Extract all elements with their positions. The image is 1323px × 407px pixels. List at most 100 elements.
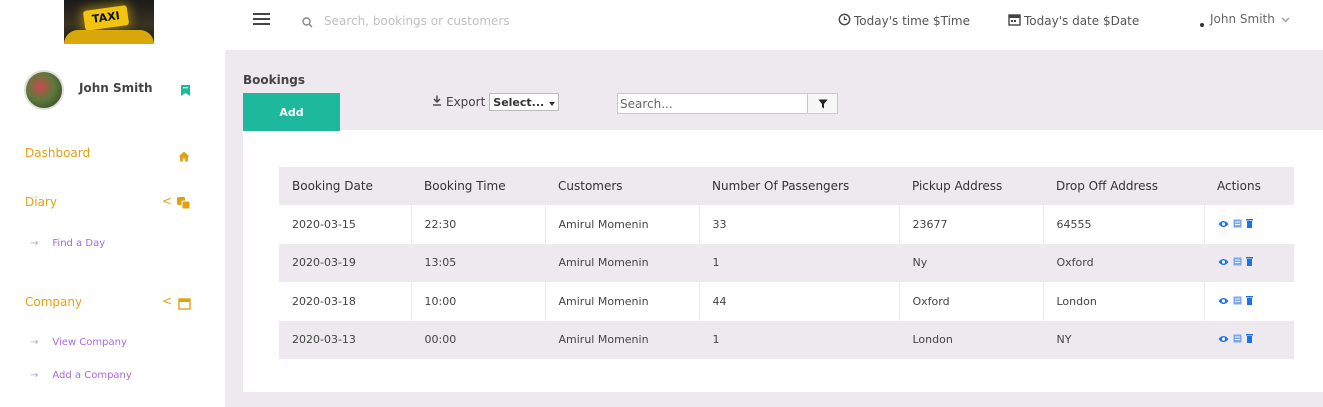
caret-down-icon (549, 96, 556, 109)
table-cell: 2020-03-19 (279, 243, 412, 282)
table-row: 2020-03-19 13:05 Amirul Momenin 1 Ny Oxf… (279, 243, 1294, 282)
table-cell: Ny (899, 243, 1044, 282)
global-search-input[interactable] (324, 8, 584, 34)
edit-icon[interactable] (1233, 256, 1242, 269)
status-dot (1200, 23, 1204, 27)
sidebar-profile: John Smith (24, 70, 204, 112)
row-actions (1204, 243, 1294, 282)
eye-icon[interactable] (1218, 256, 1229, 269)
column-header[interactable]: Pickup Address (899, 167, 1043, 205)
table-cell: 44 (699, 282, 900, 321)
chevron-left-icon[interactable]: < (162, 194, 172, 208)
table-cell: 2020-03-15 (279, 205, 412, 244)
column-header[interactable]: Drop Off Address (1043, 167, 1204, 205)
eye-icon[interactable] (1218, 218, 1229, 231)
sidebar-subitem-view-company[interactable]: → View Company (30, 337, 127, 348)
sidebar-subitem-add-a-company[interactable]: → Add a Company (30, 370, 132, 381)
trash-icon[interactable] (1245, 218, 1253, 231)
export-select-value: Select... (493, 95, 545, 109)
arrow-right-icon: → (30, 238, 39, 249)
table-cell: 00:00 (411, 320, 546, 359)
sidebar-item-label: Company (25, 295, 83, 309)
table-cell: 22:30 (411, 205, 546, 244)
arrow-right-icon: → (30, 337, 39, 348)
table-cell: 2020-03-13 (279, 320, 412, 359)
edit-icon[interactable] (1233, 218, 1242, 231)
avatar[interactable] (24, 70, 64, 110)
download-icon (432, 95, 442, 109)
chevron-down-icon (1281, 12, 1290, 26)
table-search-group (617, 93, 838, 114)
table-cell: Oxford (1043, 243, 1205, 282)
table-search-input[interactable] (617, 93, 808, 114)
table-header-row: Booking Date Booking Time Customers Numb… (279, 167, 1294, 205)
table-cell: 23677 (899, 205, 1044, 244)
table-row: 2020-03-15 22:30 Amirul Momenin 33 23677… (279, 205, 1294, 244)
search-icon (302, 13, 313, 32)
column-header[interactable]: Customers (545, 167, 699, 205)
add-booking-button[interactable]: Add (243, 93, 340, 131)
column-header[interactable]: Booking Date (279, 167, 411, 205)
calendar-icon (1008, 13, 1021, 29)
eye-icon[interactable] (1218, 295, 1229, 308)
export-control: Export Select... (432, 93, 560, 111)
trash-icon[interactable] (1245, 256, 1253, 269)
taxi-logo-sign: TAXI (82, 5, 130, 31)
table-cell: Amirul Momenin (545, 205, 700, 244)
table-cell: 10:00 (411, 282, 546, 321)
column-header[interactable]: Booking Time (411, 167, 545, 205)
table-cell: Amirul Momenin (545, 282, 700, 321)
table-cell: London (899, 320, 1044, 359)
todays-time: Today's time $Time (838, 13, 970, 29)
table-cell: 64555 (1043, 205, 1205, 244)
arrow-right-icon: → (30, 370, 39, 381)
table-cell: 33 (699, 205, 900, 244)
user-menu-name: John Smith (1210, 12, 1275, 26)
row-actions (1204, 282, 1294, 321)
home-icon (178, 147, 190, 166)
profile-name: John Smith (79, 81, 153, 95)
table-cell: 1 (699, 320, 900, 359)
table-cell: Amirul Momenin (545, 243, 700, 282)
export-label: Export (446, 95, 486, 109)
hamburger-icon[interactable] (253, 13, 270, 27)
calendar-icon (178, 295, 191, 314)
sidebar: John Smith Dashboard Diary < → Find a Da… (0, 50, 226, 407)
bookmark-icon[interactable] (180, 82, 191, 101)
sidebar-subitem-label: Find a Day (52, 238, 106, 249)
export-select[interactable]: Select... (489, 93, 560, 111)
edit-icon[interactable] (1233, 333, 1242, 346)
filter-icon (818, 94, 828, 113)
chevron-left-icon[interactable]: < (162, 294, 172, 308)
filter-button[interactable] (808, 93, 838, 114)
diary-icon (176, 195, 191, 214)
table-row: 2020-03-18 10:00 Amirul Momenin 44 Oxfor… (279, 282, 1294, 321)
table-cell: Oxford (899, 282, 1044, 321)
top-navbar: TAXI Today's time $Time Today's date $Da… (0, 0, 1323, 48)
sidebar-subitem-find-a-day[interactable]: → Find a Day (30, 238, 105, 249)
taxi-logo-roof (64, 30, 154, 44)
user-menu[interactable]: John Smith (1200, 11, 1290, 27)
table-cell: 2020-03-18 (279, 282, 412, 321)
taxi-logo[interactable]: TAXI (64, 0, 154, 44)
table-cell: 1 (699, 243, 900, 282)
sidebar-item-company[interactable]: Company (25, 295, 82, 309)
row-actions (1204, 205, 1294, 244)
table-cell: NY (1043, 320, 1205, 359)
sidebar-subitem-label: Add a Company (52, 370, 132, 381)
table-cell: Amirul Momenin (545, 320, 700, 359)
column-header: Actions (1204, 167, 1294, 205)
sidebar-subitem-label: View Company (52, 337, 127, 348)
trash-icon[interactable] (1245, 295, 1253, 308)
sidebar-item-diary[interactable]: Diary (25, 195, 57, 209)
todays-date: Today's date $Date (1008, 13, 1139, 29)
edit-icon[interactable] (1233, 295, 1242, 308)
eye-icon[interactable] (1218, 333, 1229, 346)
column-header[interactable]: Number Of Passengers (699, 167, 899, 205)
trash-icon[interactable] (1245, 333, 1253, 346)
row-actions (1204, 320, 1294, 359)
sidebar-item-dashboard[interactable]: Dashboard (25, 146, 90, 160)
page-title: Bookings (243, 73, 306, 87)
todays-time-label: Today's time $Time (854, 14, 970, 28)
sidebar-item-label: Dashboard (25, 146, 91, 160)
